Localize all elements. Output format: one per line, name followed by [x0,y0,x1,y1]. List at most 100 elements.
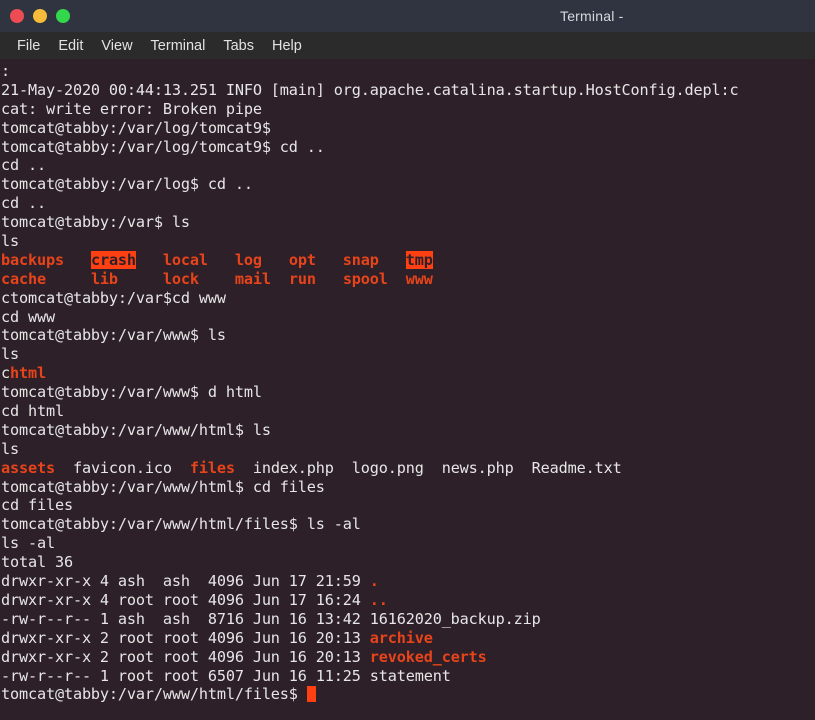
terminal-text: assets [1,459,55,477]
terminal-text [118,270,163,288]
terminal-line: cd .. [1,194,815,213]
terminal-text: drwxr-xr-x 4 ash ash 4096 Jun 17 21:59 [1,572,370,590]
terminal-line: total 36 [1,553,815,572]
terminal-cursor [307,686,316,702]
terminal-text: 21-May-2020 00:44:13.251 INFO [main] org… [1,81,738,99]
terminal-text [271,270,289,288]
menu-item-help[interactable]: Help [263,36,311,56]
terminal-text: mail [235,270,271,288]
window-titlebar: Terminal - [0,0,815,32]
terminal-text [208,251,235,269]
terminal-line: tomcat@tabby:/var/www$ ls [1,326,815,345]
terminal-line: tomcat@tabby:/var/www/html/files$ [1,685,815,704]
terminal-text [262,251,289,269]
menu-item-tabs[interactable]: Tabs [214,36,263,56]
terminal-text: tomcat@tabby:/var/log/tomcat9$ [1,119,271,137]
terminal-line: ctomcat@tabby:/var$cd www [1,289,815,308]
terminal-text: tomcat@tabby:/var/log/tomcat9$ cd .. [1,138,325,156]
terminal-line: cd www [1,308,815,327]
terminal-line: cd files [1,496,815,515]
terminal-line: drwxr-xr-x 4 ash ash 4096 Jun 17 21:59 . [1,572,815,591]
terminal-output[interactable]: :21-May-2020 00:44:13.251 INFO [main] or… [0,59,815,720]
window-title: Terminal - [0,8,815,24]
terminal-text: drwxr-xr-x 4 root root 4096 Jun 17 16:24 [1,591,370,609]
terminal-line: : [1,62,815,81]
maximize-button[interactable] [56,9,70,23]
terminal-line: tomcat@tabby:/var/www/html/files$ ls -al [1,515,815,534]
terminal-line: tomcat@tabby:/var/www/html$ cd files [1,478,815,497]
menu-item-view[interactable]: View [92,36,141,56]
terminal-line: ls [1,232,815,251]
menu-item-file[interactable]: File [8,36,49,56]
terminal-text: index.php logo.png news.php Readme.txt [235,459,622,477]
terminal-text: tomcat@tabby:/var/www$ d html [1,383,262,401]
terminal-text: -rw-r--r-- 1 ash ash 8716 Jun 16 13:42 1… [1,610,541,628]
terminal-text [136,251,163,269]
terminal-line: -rw-r--r-- 1 root root 6507 Jun 16 11:25… [1,667,815,686]
terminal-text: ls -al [1,534,55,552]
terminal-line: tomcat@tabby:/var/log/tomcat9$ [1,119,815,138]
terminal-text: tomcat@tabby:/var/www/html$ cd files [1,478,325,496]
terminal-line: cat: write error: Broken pipe [1,100,815,119]
terminal-text [316,251,343,269]
terminal-text: tomcat@tabby:/var/www$ ls [1,326,226,344]
terminal-text: local [163,251,208,269]
terminal-text: spool [343,270,388,288]
terminal-text: archive [370,629,433,647]
terminal-text: cd .. [1,156,46,174]
menubar: FileEditViewTerminalTabsHelp [0,32,815,59]
terminal-text: lib [91,270,118,288]
terminal-text: c [1,364,10,382]
terminal-line: tomcat@tabby:/var/log$ cd .. [1,175,815,194]
terminal-text: .. [370,591,388,609]
terminal-text [64,251,91,269]
terminal-text: . [370,572,379,590]
close-button[interactable] [10,9,24,23]
terminal-text: ctomcat@tabby:/var$cd www [1,289,226,307]
terminal-text: crash [91,251,136,269]
terminal-text: ls [1,440,19,458]
terminal-line: tomcat@tabby:/var/www/html$ ls [1,421,815,440]
terminal-text: tomcat@tabby:/var/www/html/files$ [1,685,307,703]
terminal-text: backups [1,251,64,269]
terminal-line: ls [1,345,815,364]
terminal-text: opt [289,251,316,269]
terminal-text [199,270,235,288]
terminal-line: ls [1,440,815,459]
terminal-text: ls [1,232,19,250]
terminal-text: favicon.ico [55,459,190,477]
terminal-text: run [289,270,316,288]
terminal-text: cat: write error: Broken pipe [1,100,262,118]
terminal-line: drwxr-xr-x 2 root root 4096 Jun 16 20:13… [1,629,815,648]
terminal-text: cd .. [1,194,46,212]
terminal-text [46,270,91,288]
terminal-line: tomcat@tabby:/var/www$ d html [1,383,815,402]
terminal-text: : [1,62,10,80]
terminal-text: tomcat@tabby:/var/www/html/files$ ls -al [1,515,361,533]
terminal-text: drwxr-xr-x 2 root root 4096 Jun 16 20:13 [1,648,370,666]
terminal-line: cd .. [1,156,815,175]
terminal-text: tomcat@tabby:/var/log$ cd .. [1,175,253,193]
terminal-line: 21-May-2020 00:44:13.251 INFO [main] org… [1,81,815,100]
terminal-text: snap [343,251,379,269]
terminal-text: cd html [1,402,64,420]
terminal-line: -rw-r--r-- 1 ash ash 8716 Jun 16 13:42 1… [1,610,815,629]
terminal-line: drwxr-xr-x 2 root root 4096 Jun 16 20:13… [1,648,815,667]
terminal-line: ls -al [1,534,815,553]
menu-item-edit[interactable]: Edit [49,36,92,56]
terminal-text: tmp [406,251,433,269]
terminal-text: cache [1,270,46,288]
minimize-button[interactable] [33,9,47,23]
terminal-text [316,270,343,288]
terminal-text: ls [1,345,19,363]
terminal-line: drwxr-xr-x 4 root root 4096 Jun 17 16:24… [1,591,815,610]
terminal-text [379,251,406,269]
terminal-line: backups crash local log opt snap tmp [1,251,815,270]
terminal-line: cd html [1,402,815,421]
terminal-text: -rw-r--r-- 1 root root 6507 Jun 16 11:25… [1,667,451,685]
terminal-text: tomcat@tabby:/var$ ls [1,213,190,231]
terminal-text: log [235,251,262,269]
menu-item-terminal[interactable]: Terminal [142,36,215,56]
terminal-text: total 36 [1,553,73,571]
terminal-line: assets favicon.ico files index.php logo.… [1,459,815,478]
